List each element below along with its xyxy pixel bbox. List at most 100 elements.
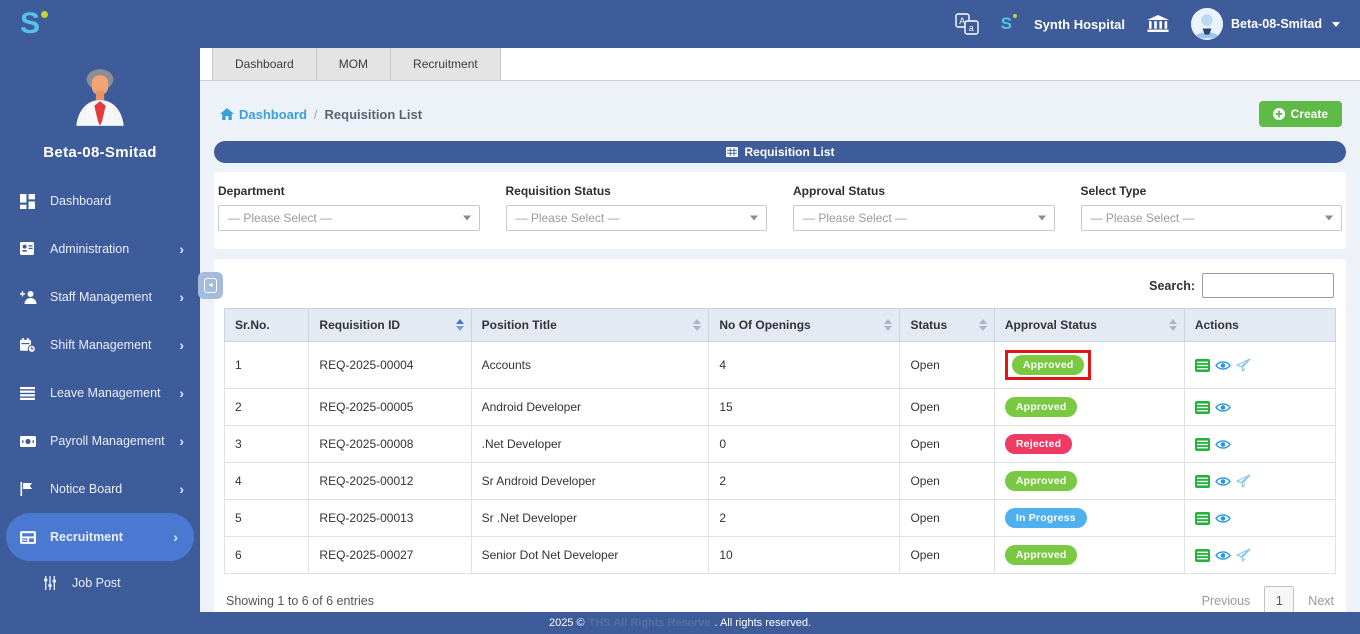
chevron-down-icon [1332, 21, 1340, 27]
view-eye-icon[interactable] [1214, 402, 1231, 413]
breadcrumb-home-link[interactable]: Dashboard [220, 107, 307, 122]
col-requisition-id[interactable]: Requisition ID [308, 308, 472, 342]
cell-approval: Rejected [993, 425, 1185, 463]
next-button[interactable]: Next [1308, 594, 1334, 608]
logo-dot-icon [1012, 14, 1017, 18]
main-area: Dashboard MOM Recruitment Dashboard / Re… [200, 48, 1360, 612]
cell-status: Open [899, 462, 995, 500]
details-table-icon[interactable] [1194, 474, 1210, 488]
status-badge: Approved [1004, 397, 1078, 417]
cell-openings: 0 [708, 425, 901, 463]
sidebar-item-job-application[interactable]: Job Application [0, 605, 200, 612]
sidebar: Beta-08-Smitad Dashboard Administration … [0, 48, 200, 612]
cell-srno: 6 [223, 536, 310, 574]
list-bars-icon [20, 386, 38, 400]
sort-icon [693, 319, 702, 331]
cell-position-title: .Net Developer [470, 425, 710, 463]
sidebar-item-dashboard[interactable]: Dashboard [0, 177, 200, 225]
send-icon[interactable] [1236, 548, 1251, 562]
cell-srno: 1 [223, 341, 310, 389]
col-no-of-openings[interactable]: No Of Openings [708, 308, 901, 342]
details-table-icon[interactable] [1194, 400, 1210, 414]
cell-position-title: Sr .Net Developer [470, 499, 710, 537]
sidebar-item-payroll-management[interactable]: Payroll Management › [0, 417, 200, 465]
sort-icon [455, 319, 464, 331]
details-table-icon[interactable] [1194, 437, 1210, 451]
sidebar-item-label: Notice Board [50, 482, 123, 496]
department-select[interactable]: — Please Select — [218, 205, 480, 231]
tab-dashboard[interactable]: Dashboard [212, 48, 317, 80]
view-eye-icon[interactable] [1214, 439, 1231, 450]
select-value: — Please Select — [803, 211, 908, 225]
previous-button[interactable]: Previous [1202, 594, 1251, 608]
cell-srno: 4 [223, 462, 310, 500]
cell-actions [1183, 425, 1337, 463]
chevron-right-icon: › [179, 385, 184, 401]
details-table-icon[interactable] [1194, 548, 1210, 562]
tab-recruitment[interactable]: Recruitment [391, 48, 501, 80]
filter-approval-status: Approval Status — Please Select — [793, 184, 1055, 231]
cell-position-title: Sr Android Developer [470, 462, 710, 500]
search-input[interactable] [1202, 273, 1334, 298]
cell-approval: Approved [993, 341, 1185, 389]
footer-year: 2025 © [548, 617, 585, 629]
view-eye-icon[interactable] [1214, 360, 1231, 371]
cell-srno: 3 [223, 425, 310, 463]
money-icon [20, 435, 38, 447]
sidebar-item-recruitment[interactable]: Recruitment › [6, 513, 194, 561]
sidebar-item-leave-management[interactable]: Leave Management › [0, 369, 200, 417]
cell-position-title: Senior Dot Net Developer [470, 536, 710, 574]
col-approval-status[interactable]: Approval Status [993, 308, 1185, 342]
hospital-name: Synth Hospital [1033, 16, 1125, 32]
page-number-button[interactable]: 1 [1264, 586, 1295, 612]
send-icon[interactable] [1236, 474, 1251, 488]
col-actions[interactable]: Actions [1183, 308, 1337, 342]
filter-select-type: Select Type — Please Select — [1080, 184, 1342, 231]
app-logo[interactable]: S [20, 9, 49, 39]
col-position-title[interactable]: Position Title [470, 308, 710, 342]
translate-icon[interactable]: A a [954, 13, 979, 35]
sidebar-item-label: Dashboard [50, 194, 112, 208]
sidebar-item-job-post[interactable]: Job Post [0, 561, 200, 605]
cell-openings: 2 [708, 499, 901, 537]
details-table-icon[interactable] [1194, 358, 1210, 372]
approval-status-select[interactable]: — Please Select — [793, 205, 1055, 231]
user-menu[interactable]: Beta-08-Smitad [1191, 8, 1340, 40]
sidebar-item-notice-board[interactable]: Notice Board › [0, 465, 200, 513]
details-table-icon[interactable] [1194, 511, 1210, 525]
pagination: Showing 1 to 6 of 6 entries Previous 1 N… [224, 574, 1336, 612]
sidebar-item-administration[interactable]: Administration › [0, 225, 200, 273]
chevron-right-icon: › [179, 337, 184, 353]
bank-icon[interactable] [1147, 15, 1169, 33]
filters-card: Department — Please Select — Requisition… [214, 172, 1346, 249]
view-eye-icon[interactable] [1214, 513, 1231, 524]
select-type-select[interactable]: — Please Select — [1080, 205, 1342, 231]
create-button[interactable]: Create [1258, 101, 1342, 127]
sidebar-item-staff-management[interactable]: Staff Management › [0, 273, 200, 321]
status-badge: Approved [1011, 355, 1085, 375]
footer-link[interactable]: THS All Rights Reserve [589, 617, 711, 629]
svg-text:a: a [968, 23, 973, 33]
send-icon[interactable] [1236, 358, 1251, 372]
status-badge: Rejected [1004, 434, 1073, 454]
sidebar-item-label: Shift Management [50, 338, 152, 352]
sidebar-profile: Beta-08-Smitad [0, 48, 200, 161]
user-plus-icon [20, 290, 38, 304]
hospital-logo: S [1001, 14, 1017, 34]
sidebar-item-shift-management[interactable]: Shift Management › [0, 321, 200, 369]
tab-mom[interactable]: MOM [316, 48, 392, 80]
chevron-down-icon [462, 215, 471, 221]
chevron-down-icon [750, 215, 758, 221]
chevron-down-icon [1325, 215, 1333, 221]
filter-label: Department [218, 184, 285, 198]
chevron-right-icon: › [179, 433, 184, 449]
col-srno[interactable]: Sr.No. [223, 308, 310, 342]
col-status[interactable]: Status [899, 308, 995, 342]
view-eye-icon[interactable] [1214, 550, 1231, 561]
sort-icon [884, 319, 893, 331]
requisition-status-select[interactable]: — Please Select — [505, 205, 767, 231]
view-eye-icon[interactable] [1214, 476, 1231, 487]
sidebar-collapse-toggle[interactable]: ◂ [198, 272, 223, 299]
sidebar-item-label: Job Post [72, 576, 121, 590]
cell-requisition-id: REQ-2025-00008 [308, 425, 472, 463]
